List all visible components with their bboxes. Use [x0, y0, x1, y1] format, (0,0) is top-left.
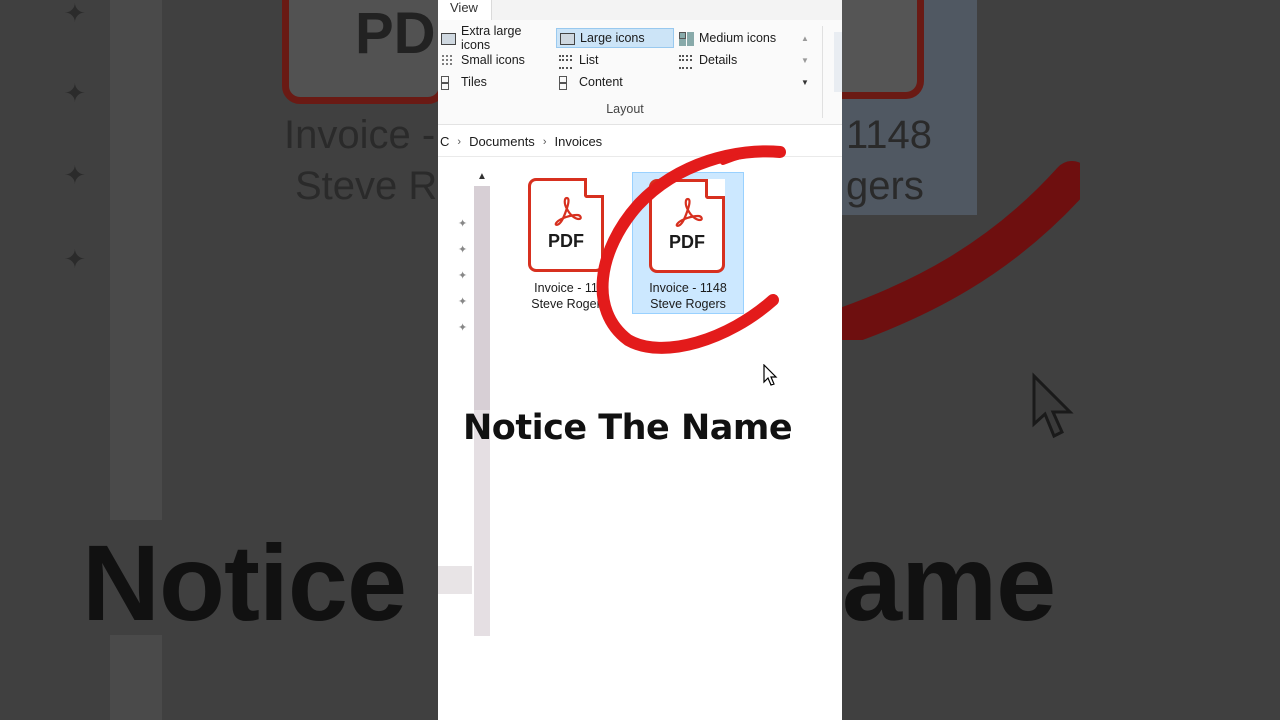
pdf-label: PDF	[669, 232, 705, 252]
pdf-file-icon: PDF	[528, 178, 604, 272]
breadcrumb-documents[interactable]: Documents	[469, 134, 535, 149]
layout-option-label: Content	[579, 75, 623, 89]
tab-view[interactable]: View	[438, 0, 492, 20]
medium-icons-icon	[678, 31, 694, 45]
navigation-item-highlight[interactable]	[438, 566, 472, 594]
chevron-right-icon[interactable]: ›	[457, 136, 461, 148]
tiles-icon	[440, 75, 456, 90]
list-icon	[558, 53, 574, 69]
bg-sidebar-strip	[110, 635, 162, 720]
explorer-window: View Extra large icons Large icons Mediu…	[438, 0, 842, 720]
bg-pdf-icon	[842, 0, 924, 99]
pin-icon[interactable]: ✦	[458, 244, 470, 256]
file-name-line: Invoice - 11	[534, 281, 598, 295]
pdf-label: PDF	[548, 231, 584, 251]
file-name-line: Steve Rogers	[650, 297, 726, 311]
pin-icon[interactable]: ✦	[458, 322, 470, 334]
breadcrumb-drive[interactable]: C	[440, 134, 449, 149]
bg-pin-icon: ✦	[64, 244, 86, 274]
acrobat-logo-icon	[675, 197, 703, 227]
pin-icon[interactable]: ✦	[458, 270, 470, 282]
chevron-right-icon[interactable]: ›	[543, 136, 547, 148]
bg-pin-icon: ✦	[64, 160, 86, 190]
layout-content[interactable]: Content	[556, 72, 674, 92]
bg-cursor-icon	[1032, 372, 1074, 439]
scroll-up-icon[interactable]: ▲	[474, 168, 490, 186]
layout-details[interactable]: Details	[676, 50, 796, 70]
layout-option-label: Medium icons	[699, 31, 777, 45]
page-fold-icon	[584, 178, 604, 198]
large-icons-icon	[559, 31, 575, 45]
layout-tiles[interactable]: Tiles	[438, 72, 554, 92]
layout-option-label: Small icons	[461, 53, 525, 67]
layout-large-icons[interactable]: Large icons	[556, 28, 674, 48]
file-name-line: Steve Roger	[531, 297, 601, 311]
layout-gallery-scroll[interactable]: ▲ ▼ ▼	[800, 28, 810, 92]
page-fold-icon	[705, 179, 725, 199]
layout-extra-large-icons[interactable]: Extra large icons	[438, 24, 554, 52]
bg-file-label: Invoice -	[284, 113, 436, 157]
small-icons-icon	[440, 53, 456, 67]
details-icon	[678, 53, 694, 69]
ribbon-tab-strip: View	[438, 0, 842, 20]
file-name-line: Invoice - 1148	[649, 281, 727, 295]
pin-icon[interactable]: ✦	[458, 296, 470, 308]
gallery-expand-icon[interactable]: ▼	[800, 72, 810, 94]
bg-caption-left: Notice	[82, 522, 407, 643]
breadcrumb-invoices[interactable]: Invoices	[554, 134, 602, 149]
navigation-scroll-thumb[interactable]	[474, 186, 490, 410]
mouse-cursor-icon	[763, 364, 778, 386]
bg-sidebar-strip	[110, 0, 162, 520]
bg-file-label: Steve Ro	[295, 164, 460, 208]
ribbon-separator	[822, 26, 823, 118]
layout-small-icons[interactable]: Small icons	[438, 50, 554, 70]
extra-large-icons-icon	[440, 31, 456, 45]
layout-option-label: Large icons	[580, 31, 645, 45]
gallery-scroll-up-icon[interactable]: ▲	[800, 28, 810, 50]
layout-medium-icons[interactable]: Medium icons	[676, 28, 796, 48]
file-item-selected[interactable]: PDF Invoice - 1148 Steve Rogers	[632, 172, 744, 314]
file-item[interactable]: PDF Invoice - 11 Steve Roger	[510, 172, 622, 314]
layout-option-label: List	[579, 53, 599, 67]
gallery-scroll-down-icon[interactable]: ▼	[800, 50, 810, 72]
layout-option-label: Details	[699, 53, 738, 67]
ribbon-next-group	[834, 32, 842, 92]
layout-list[interactable]: List	[556, 50, 674, 70]
bg-annotation-swoosh	[840, 161, 1080, 340]
address-bar[interactable]: C › Documents › Invoices	[438, 127, 842, 157]
bg-pin-icon: ✦	[64, 78, 86, 108]
caption-text: Notice The Name	[463, 408, 793, 448]
bg-caption-right: ame	[842, 522, 1056, 643]
ribbon-group-label: Layout	[606, 102, 644, 116]
layout-option-label: Extra large icons	[460, 24, 522, 52]
pin-icon[interactable]: ✦	[458, 218, 470, 230]
content-icon	[558, 75, 574, 90]
bg-pin-icon: ✦	[64, 0, 86, 28]
pdf-file-icon: PDF	[649, 179, 725, 273]
layout-option-label: Tiles	[461, 75, 487, 89]
ribbon-layout-group: Extra large icons Large icons Medium ico…	[438, 20, 842, 125]
acrobat-logo-icon	[554, 196, 582, 226]
